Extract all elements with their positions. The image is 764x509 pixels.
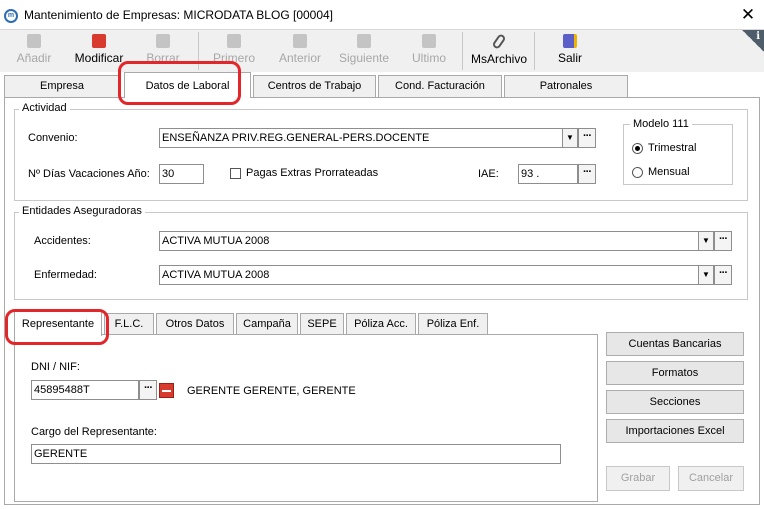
mensual-label: Mensual	[648, 166, 690, 178]
actividad-title: Actividad	[19, 102, 70, 114]
tab-campana[interactable]: Campaña	[236, 313, 298, 334]
tab-sepe[interactable]: SEPE	[300, 313, 344, 334]
grabar-button[interactable]: Grabar	[606, 466, 670, 491]
convenio-lookup-button[interactable]: ···	[578, 128, 596, 148]
tab-otros-datos[interactable]: Otros Datos	[156, 313, 234, 334]
tab-poliza-acc[interactable]: Póliza Acc.	[346, 313, 416, 334]
accidentes-label: Accidentes:	[34, 235, 91, 247]
accidentes-dropdown-icon[interactable]: ▼	[698, 231, 714, 251]
next-record-icon	[357, 34, 371, 48]
trimestral-radio[interactable]	[632, 143, 643, 154]
pagas-extras-checkbox[interactable]	[230, 168, 241, 179]
exit-door-icon	[563, 34, 577, 48]
cuentas-bancarias-button[interactable]: Cuentas Bancarias	[606, 332, 744, 356]
enfermedad-lookup-button[interactable]: ···	[714, 265, 732, 285]
secciones-button[interactable]: Secciones	[606, 390, 744, 414]
tab-empresa[interactable]: Empresa	[4, 75, 120, 97]
tab-flc[interactable]: F.L.C.	[104, 313, 154, 334]
app-icon: m	[4, 9, 18, 23]
iae-lookup-button[interactable]: ···	[578, 164, 596, 184]
enfermedad-field[interactable]: ACTIVA MUTUA 2008	[159, 265, 699, 285]
trimestral-label: Trimestral	[648, 142, 697, 154]
representante-panel	[14, 334, 598, 502]
last-record-icon	[422, 34, 436, 48]
convenio-dropdown-icon[interactable]: ▼	[562, 128, 578, 148]
pagas-extras-label: Pagas Extras Prorrateadas	[246, 167, 379, 179]
next-button[interactable]: Siguiente	[334, 32, 394, 70]
window-title: Mantenimiento de Empresas: MICRODATA BLO…	[24, 8, 334, 22]
paperclip-icon	[491, 33, 507, 50]
entidades-title: Entidades Aseguradoras	[19, 205, 145, 217]
first-button[interactable]: Primero	[204, 32, 264, 70]
last-button[interactable]: Ultimo	[400, 32, 458, 70]
tab-cond-facturacion[interactable]: Cond. Facturación	[378, 75, 502, 97]
tab-centros-trabajo[interactable]: Centros de Trabajo	[253, 75, 376, 97]
previous-record-icon	[293, 34, 307, 48]
minus-icon	[156, 34, 170, 48]
representante-name: GERENTE GERENTE, GERENTE	[187, 385, 356, 397]
info-icon[interactable]: i	[742, 30, 764, 52]
edit-icon	[92, 34, 106, 48]
plus-icon	[27, 34, 41, 48]
delete-button[interactable]: Borrar	[136, 32, 190, 70]
exit-button[interactable]: Salir	[542, 32, 598, 70]
mensual-radio[interactable]	[632, 167, 643, 178]
cargo-input[interactable]: GERENTE	[31, 444, 561, 464]
dni-lookup-button[interactable]: ···	[139, 380, 157, 400]
msarchivo-button[interactable]: MsArchivo	[468, 32, 530, 70]
remove-icon[interactable]	[159, 383, 174, 398]
tab-patronales[interactable]: Patronales	[504, 75, 628, 97]
enfermedad-label: Enfermedad:	[34, 269, 97, 281]
toolbar-separator	[462, 32, 463, 70]
convenio-label: Convenio:	[28, 132, 78, 144]
add-button[interactable]: Añadir	[8, 32, 60, 70]
entidades-group	[14, 212, 748, 300]
tab-poliza-enf[interactable]: Póliza Enf.	[418, 313, 488, 334]
title-bar: m Mantenimiento de Empresas: MICRODATA B…	[0, 0, 764, 30]
importaciones-excel-button[interactable]: Importaciones Excel	[606, 419, 744, 443]
tab-representante[interactable]: Representante	[14, 311, 102, 336]
dni-label: DNI / NIF:	[31, 361, 80, 373]
toolbar: Añadir Modificar Borrar Primero Anterior…	[0, 30, 764, 72]
previous-button[interactable]: Anterior	[270, 32, 330, 70]
cargo-label: Cargo del Representante:	[31, 426, 157, 438]
toolbar-separator	[534, 32, 535, 70]
toolbar-separator	[198, 32, 199, 70]
close-icon[interactable]: ✕	[738, 5, 758, 25]
accidentes-field[interactable]: ACTIVA MUTUA 2008	[159, 231, 699, 251]
tab-datos-laboral[interactable]: Datos de Laboral	[124, 72, 251, 98]
first-record-icon	[227, 34, 241, 48]
accidentes-lookup-button[interactable]: ···	[714, 231, 732, 251]
cancelar-button[interactable]: Cancelar	[678, 466, 744, 491]
vacaciones-input[interactable]: 30	[159, 164, 204, 184]
enfermedad-dropdown-icon[interactable]: ▼	[698, 265, 714, 285]
modify-button[interactable]: Modificar	[68, 32, 130, 70]
vacaciones-label: Nº Días Vacaciones Año:	[28, 168, 150, 180]
modelo111-title: Modelo 111	[630, 118, 692, 130]
formatos-button[interactable]: Formatos	[606, 361, 744, 385]
convenio-field[interactable]: ENSEÑANZA PRIV.REG.GENERAL-PERS.DOCENTE	[159, 128, 563, 148]
dni-field[interactable]: 45895488T	[31, 380, 139, 400]
iae-label: IAE:	[478, 168, 499, 180]
iae-field[interactable]: 93 .	[518, 164, 578, 184]
